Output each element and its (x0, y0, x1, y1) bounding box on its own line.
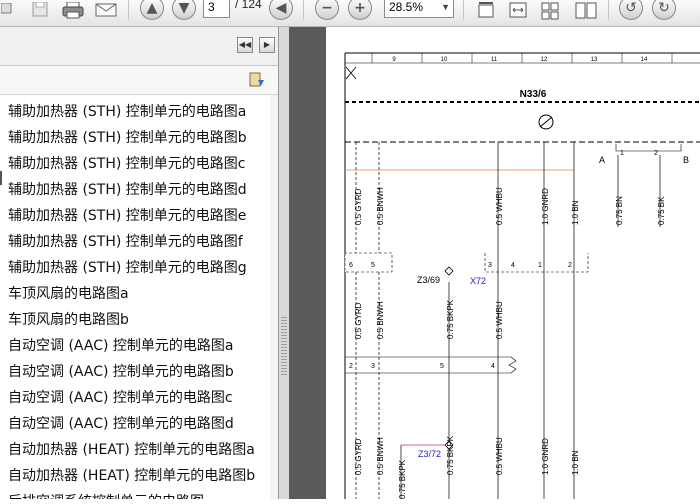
wire-label: 0.75 BKPK (398, 459, 407, 499)
bookmark-item[interactable]: 车顶风扇的电路图b (8, 309, 129, 331)
bookmark-options-icon[interactable] (248, 71, 266, 89)
pin-label: 4 (491, 363, 495, 370)
pin-label: 3 (371, 363, 375, 370)
wire-label: 0.5 GYRD (354, 188, 363, 225)
zoom-level-select[interactable]: 28.5% ▼ (384, 0, 454, 18)
pin-label: 5 (371, 262, 375, 269)
bookmark-item[interactable]: 辅助加热器 (STH) 控制单元的电路图a (8, 101, 246, 123)
expand-panel-icon[interactable]: ▶ (259, 37, 275, 53)
print-icon[interactable] (60, 0, 86, 22)
next-page-icon[interactable]: ▼ (172, 0, 196, 20)
page-number-input[interactable]: 3 (203, 0, 230, 18)
pin-label: 6 (349, 262, 353, 269)
zoom-out-icon[interactable]: − (315, 0, 339, 20)
pin-label: 3 (488, 262, 492, 269)
wiring-diagram: 9 10 11 12 13 14 N33/6 A B 1 2 0.5 GYRD … (344, 52, 700, 499)
column-number: 14 (641, 57, 648, 63)
connector-a-label: A (599, 155, 605, 165)
wire-label: 0.5 WHBU (495, 301, 504, 339)
rotate-left-icon[interactable]: ↺ (619, 0, 643, 20)
wire-label: 0.5 BNWH (376, 437, 385, 475)
bookmark-item[interactable]: 自动空调 (AAC) 控制单元的电路图d (8, 413, 234, 435)
bookmark-item[interactable]: 辅助加热器 (STH) 控制单元的电路图e (8, 205, 246, 227)
wire-label: 1.0 GNRD (541, 188, 550, 225)
wire-label: 1.0 GNRD (541, 438, 550, 475)
wire-label: 0.5 WHBU (495, 437, 504, 475)
node-label: Z3/69 (417, 275, 440, 285)
connector-b-label: B (683, 155, 689, 165)
collapse-panel-icon[interactable]: ◀◀ (237, 37, 253, 53)
connector-label: X72 (470, 276, 486, 286)
wire-label: 1.0 BN (571, 200, 580, 225)
bookmark-item[interactable]: 辅助加热器 (STH) 控制单元的电路图f (8, 231, 243, 253)
column-number: 12 (541, 57, 548, 63)
wire-label: 0.5 BNWH (376, 301, 385, 339)
wire-label: 0.75 BKPK (446, 435, 455, 475)
chevron-down-icon[interactable]: ▼ (441, 0, 450, 17)
bookmarks-options-bar (0, 66, 278, 95)
component-label: N33/6 (520, 89, 547, 100)
rotate-right-icon[interactable]: ↻ (652, 0, 676, 20)
email-icon[interactable] (93, 0, 119, 22)
zoom-value: 28.5% (389, 0, 424, 14)
page-count: / 124 (235, 0, 262, 11)
wire-label: 0.75 BN (615, 196, 624, 225)
pin-label: 1 (620, 150, 624, 157)
wire-label: 1.0 BN (571, 450, 580, 475)
fit-width-icon[interactable] (506, 0, 530, 22)
column-number: 13 (591, 57, 598, 63)
two-page-view-icon[interactable] (572, 0, 600, 22)
wire-label: 0.5 GYRD (354, 302, 363, 339)
pdf-page: 9 10 11 12 13 14 N33/6 A B 1 2 0.5 GYRD … (326, 27, 700, 499)
bookmark-item[interactable]: 辅助加热器 (STH) 控制单元的电路图c (8, 153, 246, 175)
previous-view-icon[interactable]: ◀ (269, 0, 293, 20)
bookmark-item[interactable]: 自动空调 (AAC) 控制单元的电路图a (8, 335, 233, 357)
save-icon[interactable] (28, 0, 52, 22)
edit-icon[interactable] (0, 0, 18, 22)
wire-label: 0.5 GYRD (354, 438, 363, 475)
pin-label: 2 (654, 150, 658, 157)
bookmark-list: 辅助加热器 (STH) 控制单元的电路图a 辅助加热器 (STH) 控制单元的电… (0, 95, 270, 499)
document-viewer[interactable]: 9 10 11 12 13 14 N33/6 A B 1 2 0.5 GYRD … (289, 27, 700, 499)
pin-label: 1 (538, 262, 542, 269)
column-number: 10 (441, 57, 448, 63)
pin-label: 2 (349, 363, 353, 370)
previous-page-icon[interactable]: ▲ (140, 0, 164, 20)
bookmark-item[interactable]: 自动加热器 (HEAT) 控制单元的电路图b (8, 465, 255, 487)
pin-label: 5 (440, 363, 444, 370)
bookmark-item[interactable]: 自动空调 (AAC) 控制单元的电路图c (8, 387, 233, 409)
toolbar: ▲ ▼ 3 / 124 ◀ − + 28.5% ▼ ↺ ↻ (0, 0, 700, 27)
bookmark-item[interactable]: 辅助加热器 (STH) 控制单元的电路图g (8, 257, 247, 279)
pin-label: 2 (568, 262, 572, 269)
bookmark-item[interactable]: 自动空调 (AAC) 控制单元的电路图b (8, 361, 234, 383)
bookmark-item[interactable]: 车顶风扇的电路图a (8, 283, 129, 305)
column-number: 11 (491, 57, 498, 63)
thumbnail-view-icon[interactable] (538, 0, 562, 22)
panel-splitter[interactable] (279, 27, 289, 499)
zoom-in-icon[interactable]: + (348, 0, 372, 20)
fit-page-icon[interactable] (474, 0, 498, 22)
column-number: 9 (392, 57, 396, 63)
pin-label: 4 (511, 262, 515, 269)
bookmarks-panel-header: ◀◀ ▶ (0, 27, 278, 66)
wire-label: 0.5 BNWH (376, 187, 385, 225)
wire-label: 0.5 WHBU (495, 187, 504, 225)
bookmarks-panel: ◀◀ ▶ 辅助加热器 (STH) 控制单元的电路图a 辅助加热器 (STH) 控… (0, 27, 279, 499)
node-label: Z3/72 (418, 449, 441, 459)
wire-label: 0.75 BK (657, 196, 666, 225)
bookmark-item[interactable]: 辅助加热器 (STH) 控制单元的电路图b (8, 127, 247, 149)
bookmark-item[interactable]: 辅助加热器 (STH) 控制单元的电路图d (8, 179, 247, 201)
wire-label: 0.75 BKPK (446, 299, 455, 339)
bookmark-item[interactable]: 后排空调系统控制单元的电路图 (8, 491, 204, 499)
bookmark-item[interactable]: 自动加热器 (HEAT) 控制单元的电路图a (8, 439, 255, 461)
